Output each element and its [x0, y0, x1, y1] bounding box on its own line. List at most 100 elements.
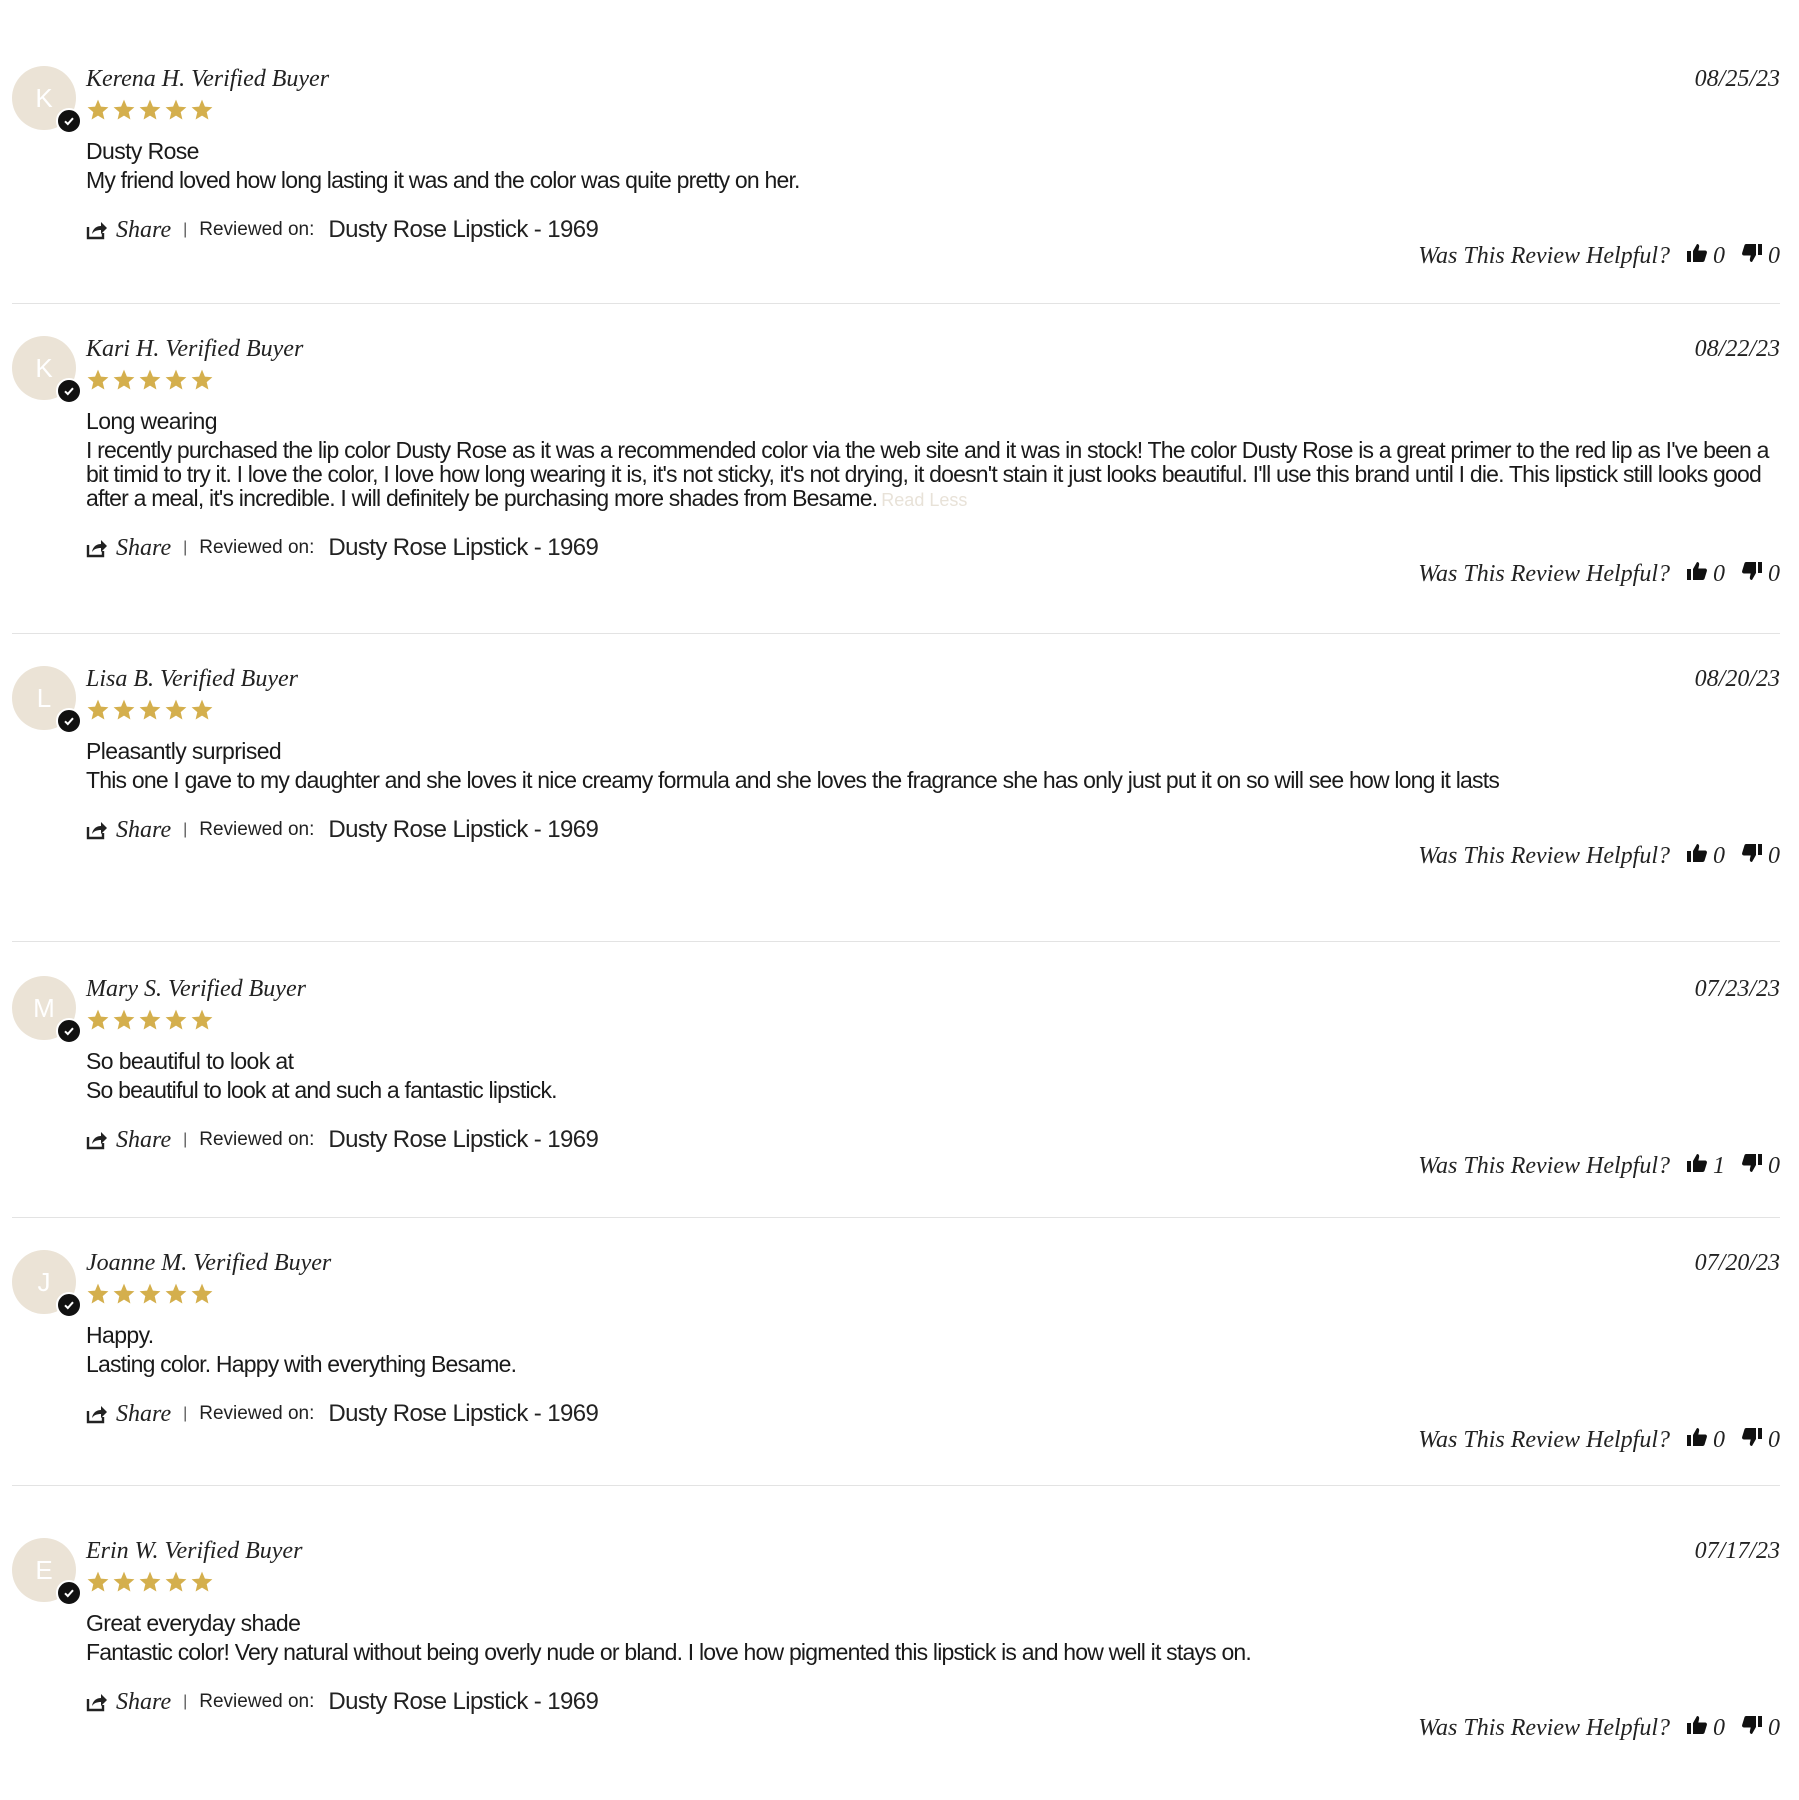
thumbs-down-button[interactable]: 0	[1741, 842, 1780, 871]
helpful-label: Was This Review Helpful?	[1418, 561, 1670, 587]
share-label: Share	[116, 816, 172, 843]
thumbs-down-button[interactable]: 0	[1741, 1426, 1780, 1455]
star-icon	[165, 1571, 187, 1592]
review-meta: Share | Reviewed on: Dusty Rose Lipstick…	[86, 1400, 599, 1428]
star-icon	[139, 99, 161, 120]
read-less-link[interactable]: Read Less	[881, 490, 967, 510]
star-icon	[139, 1009, 161, 1030]
reviewed-on-label: Reviewed on:	[199, 819, 315, 840]
review-body: My friend loved how long lasting it was …	[86, 167, 800, 193]
thumbs-down-button[interactable]: 0	[1741, 1714, 1780, 1743]
reviewed-on-label: Reviewed on:	[199, 537, 315, 558]
verified-check-icon	[56, 708, 82, 734]
reviewer-name: Erin W. Verified Buyer	[86, 1538, 303, 1564]
review-card: J Joanne M. Verified Buyer 07/20/23 Happ…	[12, 1250, 1780, 1486]
thumbs-up-button[interactable]: 0	[1686, 1714, 1725, 1743]
thumbs-up-icon	[1686, 842, 1708, 871]
review-card: E Erin W. Verified Buyer 07/17/23 Great …	[12, 1538, 1780, 1768]
thumbs-down-count: 0	[1768, 561, 1780, 587]
star-icon	[87, 1283, 109, 1304]
product-link[interactable]: Dusty Rose Lipstick - 1969	[328, 1126, 598, 1154]
review-card: L Lisa B. Verified Buyer 08/20/23 Pleasa…	[12, 666, 1780, 942]
review-title: Long wearing	[86, 408, 218, 434]
helpful-votes: Was This Review Helpful? 1 0	[1418, 1152, 1780, 1181]
thumbs-up-icon	[1686, 1714, 1708, 1743]
product-link[interactable]: Dusty Rose Lipstick - 1969	[328, 816, 598, 844]
separator: |	[183, 1131, 188, 1148]
star-icon	[113, 369, 135, 390]
helpful-label: Was This Review Helpful?	[1418, 1153, 1670, 1179]
review-title: So beautiful to look at	[86, 1048, 294, 1074]
share-button[interactable]: Share	[86, 217, 171, 244]
reviewer-name: Kerena H. Verified Buyer	[86, 66, 330, 92]
product-link[interactable]: Dusty Rose Lipstick - 1969	[328, 1400, 598, 1428]
reviewed-on-label: Reviewed on:	[199, 1403, 315, 1424]
star-icon	[191, 1009, 213, 1030]
thumbs-up-button[interactable]: 0	[1686, 242, 1725, 271]
review-date: 08/22/23	[1694, 336, 1780, 362]
share-icon	[86, 1694, 107, 1712]
thumbs-up-count: 0	[1713, 561, 1725, 587]
thumbs-down-count: 0	[1768, 1715, 1780, 1741]
share-label: Share	[116, 534, 172, 561]
star-icon	[87, 1571, 109, 1592]
share-button[interactable]: Share	[86, 1127, 171, 1154]
thumbs-down-button[interactable]: 0	[1741, 242, 1780, 271]
thumbs-up-button[interactable]: 0	[1686, 842, 1725, 871]
review-body: I recently purchased the lip color Dusty…	[86, 438, 1776, 512]
thumbs-down-count: 0	[1768, 843, 1780, 869]
thumbs-down-button[interactable]: 0	[1741, 1152, 1780, 1181]
review-meta: Share | Reviewed on: Dusty Rose Lipstick…	[86, 1126, 599, 1154]
review-card: M Mary S. Verified Buyer 07/23/23 So bea…	[12, 976, 1780, 1218]
share-button[interactable]: Share	[86, 1401, 171, 1428]
thumbs-up-icon	[1686, 560, 1708, 589]
thumbs-up-button[interactable]: 1	[1686, 1152, 1725, 1181]
star-icon	[191, 1283, 213, 1304]
star-icon	[139, 369, 161, 390]
share-button[interactable]: Share	[86, 1689, 171, 1716]
share-button[interactable]: Share	[86, 817, 171, 844]
star-icon	[139, 699, 161, 720]
star-icon	[113, 1571, 135, 1592]
thumbs-up-count: 0	[1713, 1427, 1725, 1453]
separator: |	[183, 1405, 188, 1422]
avatar-initial: E	[35, 1554, 53, 1585]
star-icon	[139, 1571, 161, 1592]
star-rating	[86, 368, 214, 392]
separator: |	[183, 539, 188, 556]
review-meta: Share | Reviewed on: Dusty Rose Lipstick…	[86, 216, 599, 244]
star-icon	[165, 699, 187, 720]
thumbs-down-count: 0	[1768, 1427, 1780, 1453]
review-title: Great everyday shade	[86, 1610, 301, 1636]
review-date: 07/23/23	[1694, 976, 1780, 1002]
star-icon	[113, 699, 135, 720]
review-date: 08/20/23	[1694, 666, 1780, 692]
helpful-label: Was This Review Helpful?	[1418, 1715, 1670, 1741]
star-icon	[165, 369, 187, 390]
helpful-votes: Was This Review Helpful? 0 0	[1418, 242, 1780, 271]
product-link[interactable]: Dusty Rose Lipstick - 1969	[328, 1688, 598, 1716]
thumbs-up-button[interactable]: 0	[1686, 1426, 1725, 1455]
separator: |	[183, 1693, 188, 1710]
reviewer-name: Lisa B. Verified Buyer	[86, 666, 298, 692]
thumbs-down-icon	[1741, 560, 1763, 589]
share-button[interactable]: Share	[86, 535, 171, 562]
review-card: K Kari H. Verified Buyer 08/22/23 Long w…	[12, 336, 1780, 634]
thumbs-down-button[interactable]: 0	[1741, 560, 1780, 589]
product-link[interactable]: Dusty Rose Lipstick - 1969	[328, 216, 598, 244]
review-body: This one I gave to my daughter and she l…	[86, 767, 1500, 793]
thumbs-up-button[interactable]: 0	[1686, 560, 1725, 589]
share-icon	[86, 822, 107, 840]
star-icon	[191, 99, 213, 120]
product-link[interactable]: Dusty Rose Lipstick - 1969	[328, 534, 598, 562]
avatar-initial: L	[36, 682, 52, 713]
star-icon	[113, 1283, 135, 1304]
thumbs-down-icon	[1741, 242, 1763, 271]
share-icon	[86, 1132, 107, 1150]
star-rating	[86, 1282, 214, 1306]
verified-check-icon	[56, 1018, 82, 1044]
star-rating	[86, 1570, 214, 1594]
star-rating	[86, 98, 214, 122]
star-icon	[113, 99, 135, 120]
helpful-votes: Was This Review Helpful? 0 0	[1418, 560, 1780, 589]
